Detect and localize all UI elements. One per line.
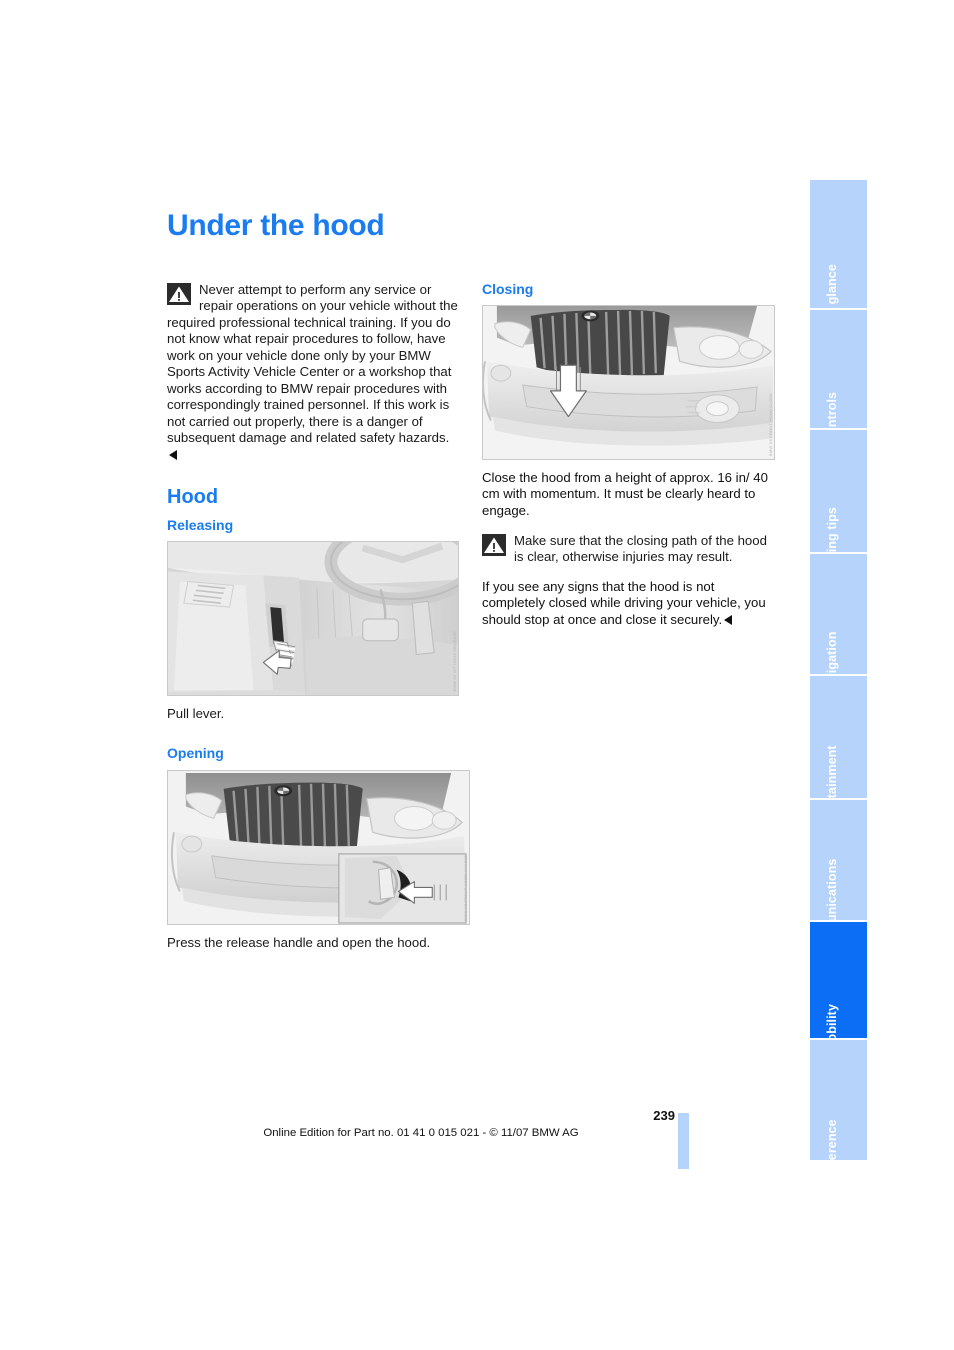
page-content: Under the hood Never attempt to perform … bbox=[167, 209, 775, 950]
end-of-warning-marker bbox=[724, 614, 733, 625]
section-tab-rail: At a glance Controls Driving tips Naviga… bbox=[810, 180, 867, 1181]
figure-code: BMW X6 INT HOOD RELEASE bbox=[452, 631, 457, 692]
subheading-releasing: Releasing bbox=[167, 516, 234, 533]
tab-entertainment[interactable]: Entertainment bbox=[810, 676, 867, 831]
tab-reference[interactable]: Reference bbox=[810, 1040, 867, 1181]
figure-hood-closing: BMW X6 FRONT HOOD CLOSE bbox=[482, 304, 775, 460]
footer-edition-note: Online Edition for Part no. 01 41 0 015 … bbox=[263, 1126, 579, 1139]
closing-note-text: If you see any signs that the hood is no… bbox=[482, 579, 775, 629]
caption-pull-lever: Pull lever. bbox=[167, 705, 225, 721]
caption-press-release-handle: Press the release handle and open the ho… bbox=[167, 934, 431, 950]
closing-warning-text: Make sure that the closing path of the h… bbox=[514, 532, 767, 565]
tab-label: Reference bbox=[824, 1119, 839, 1181]
end-of-warning-marker bbox=[169, 449, 177, 460]
subheading-closing: Closing bbox=[482, 280, 534, 297]
page-edge-marker bbox=[678, 1113, 689, 1169]
right-column: Closing BMW X6 FRONT HOOD CLOSE Close th… bbox=[482, 280, 775, 629]
figure-hood-release-handle: BMW X6 FRONT HOOD HANDLE bbox=[167, 769, 470, 925]
manual-page: Under the hood Never attempt to perform … bbox=[0, 0, 954, 1350]
page-title: Under the hood bbox=[167, 209, 385, 242]
tab-driving-tips[interactable]: Driving tips bbox=[810, 430, 867, 577]
safety-warning-block: Never attempt to perform any service or … bbox=[167, 282, 459, 464]
warning-triangle-icon bbox=[167, 282, 191, 305]
tab-communications[interactable]: Communications bbox=[810, 800, 867, 961]
section-heading-hood: Hood bbox=[167, 485, 219, 508]
warning-triangle-icon bbox=[482, 533, 506, 556]
figure-hood-release-lever: BMW X6 INT HOOD RELEASE bbox=[167, 540, 459, 696]
tab-at-a-glance[interactable]: At a glance bbox=[810, 180, 867, 332]
left-column: Never attempt to perform any service or … bbox=[167, 282, 470, 958]
tab-controls[interactable]: Controls bbox=[810, 310, 867, 444]
closing-note-body: If you see any signs that the hood is no… bbox=[482, 578, 766, 627]
safety-warning-text: Never attempt to perform any service or … bbox=[167, 281, 458, 446]
closing-warning-block: Make sure that the closing path of the h… bbox=[482, 533, 775, 566]
figure-code: BMW X6 FRONT HOOD HANDLE bbox=[463, 855, 468, 921]
figure-code: BMW X6 FRONT HOOD CLOSE bbox=[768, 392, 773, 456]
closing-instruction-text: Close the hood from a height of approx. … bbox=[482, 469, 768, 518]
page-number: 239 bbox=[653, 1108, 675, 1123]
page-footer: 239 Online Edition for Part no. 01 41 0 … bbox=[167, 1108, 675, 1139]
tab-navigation[interactable]: Navigation bbox=[810, 554, 867, 696]
tab-mobility[interactable]: Mobility bbox=[810, 922, 867, 1052]
subheading-opening: Opening bbox=[167, 745, 224, 762]
